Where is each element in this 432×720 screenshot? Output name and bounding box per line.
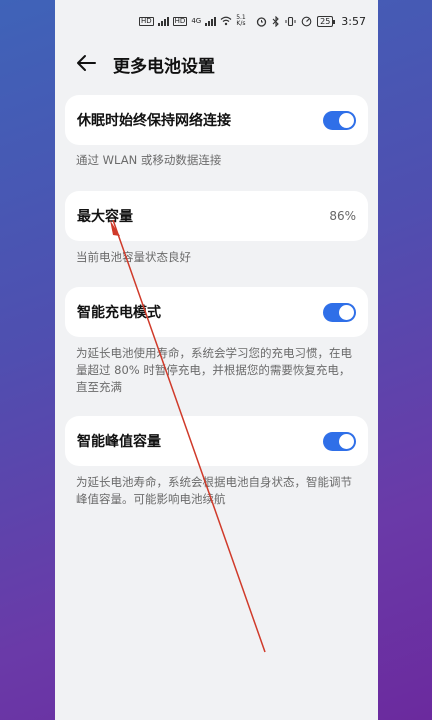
signal-icon bbox=[157, 16, 169, 26]
setting-description: 为延长电池使用寿命，系统会学习您的充电习惯，在电量超过 80% 时暂停充电，并根… bbox=[76, 346, 352, 394]
alarm-icon bbox=[256, 17, 267, 27]
setting-max-capacity[interactable]: 最大容量 86% bbox=[65, 191, 368, 241]
keep-network-toggle[interactable] bbox=[323, 110, 356, 130]
network-speed: 5.1 K/s bbox=[236, 14, 246, 27]
clock: 3:57 bbox=[341, 15, 366, 28]
status-bar: HD HD 4G 5.1 K/s 25 3:57 bbox=[55, 0, 378, 44]
smart-charging-toggle[interactable] bbox=[323, 302, 356, 322]
sim2-hd-icon: HD bbox=[172, 16, 188, 26]
status-right: 25 3:57 bbox=[256, 15, 366, 28]
back-arrow-icon[interactable] bbox=[75, 52, 97, 74]
setting-smart-peak-capacity[interactable]: 智能峰值容量 bbox=[65, 416, 368, 466]
wifi-icon bbox=[220, 16, 232, 26]
gauge-icon bbox=[301, 16, 312, 27]
setting-label: 智能充电模式 bbox=[77, 305, 161, 321]
sim1-hd-icon: HD bbox=[139, 16, 154, 26]
setting-description: 通过 WLAN 或移动数据连接 bbox=[76, 153, 222, 167]
setting-description: 当前电池容量状态良好 bbox=[76, 250, 191, 264]
phone-screen: HD HD 4G 5.1 K/s 25 3:57 更多电池设置 休眠时始终保持网络… bbox=[55, 0, 378, 720]
battery-icon: 25 bbox=[317, 16, 336, 27]
setting-label: 智能峰值容量 bbox=[77, 434, 161, 450]
setting-description: 为延长电池寿命，系统会根据电池自身状态，智能调节峰值容量。可能影响电池续航 bbox=[76, 475, 352, 506]
smart-peak-capacity-toggle[interactable] bbox=[323, 431, 356, 451]
page-title: 更多电池设置 bbox=[113, 57, 215, 77]
setting-smart-charging[interactable]: 智能充电模式 bbox=[65, 287, 368, 337]
setting-label: 休眠时始终保持网络连接 bbox=[77, 113, 231, 129]
vibrate-icon bbox=[285, 16, 296, 27]
setting-keep-network-connected[interactable]: 休眠时始终保持网络连接 bbox=[65, 95, 368, 145]
max-capacity-value: 86% bbox=[329, 209, 356, 223]
network-type-icon: 4G bbox=[191, 17, 202, 25]
status-left: HD HD 4G 5.1 K/s bbox=[139, 15, 246, 27]
bluetooth-icon bbox=[272, 16, 279, 27]
setting-label: 最大容量 bbox=[77, 209, 133, 225]
signal2-icon bbox=[205, 16, 217, 26]
page-header: 更多电池设置 bbox=[55, 44, 378, 84]
